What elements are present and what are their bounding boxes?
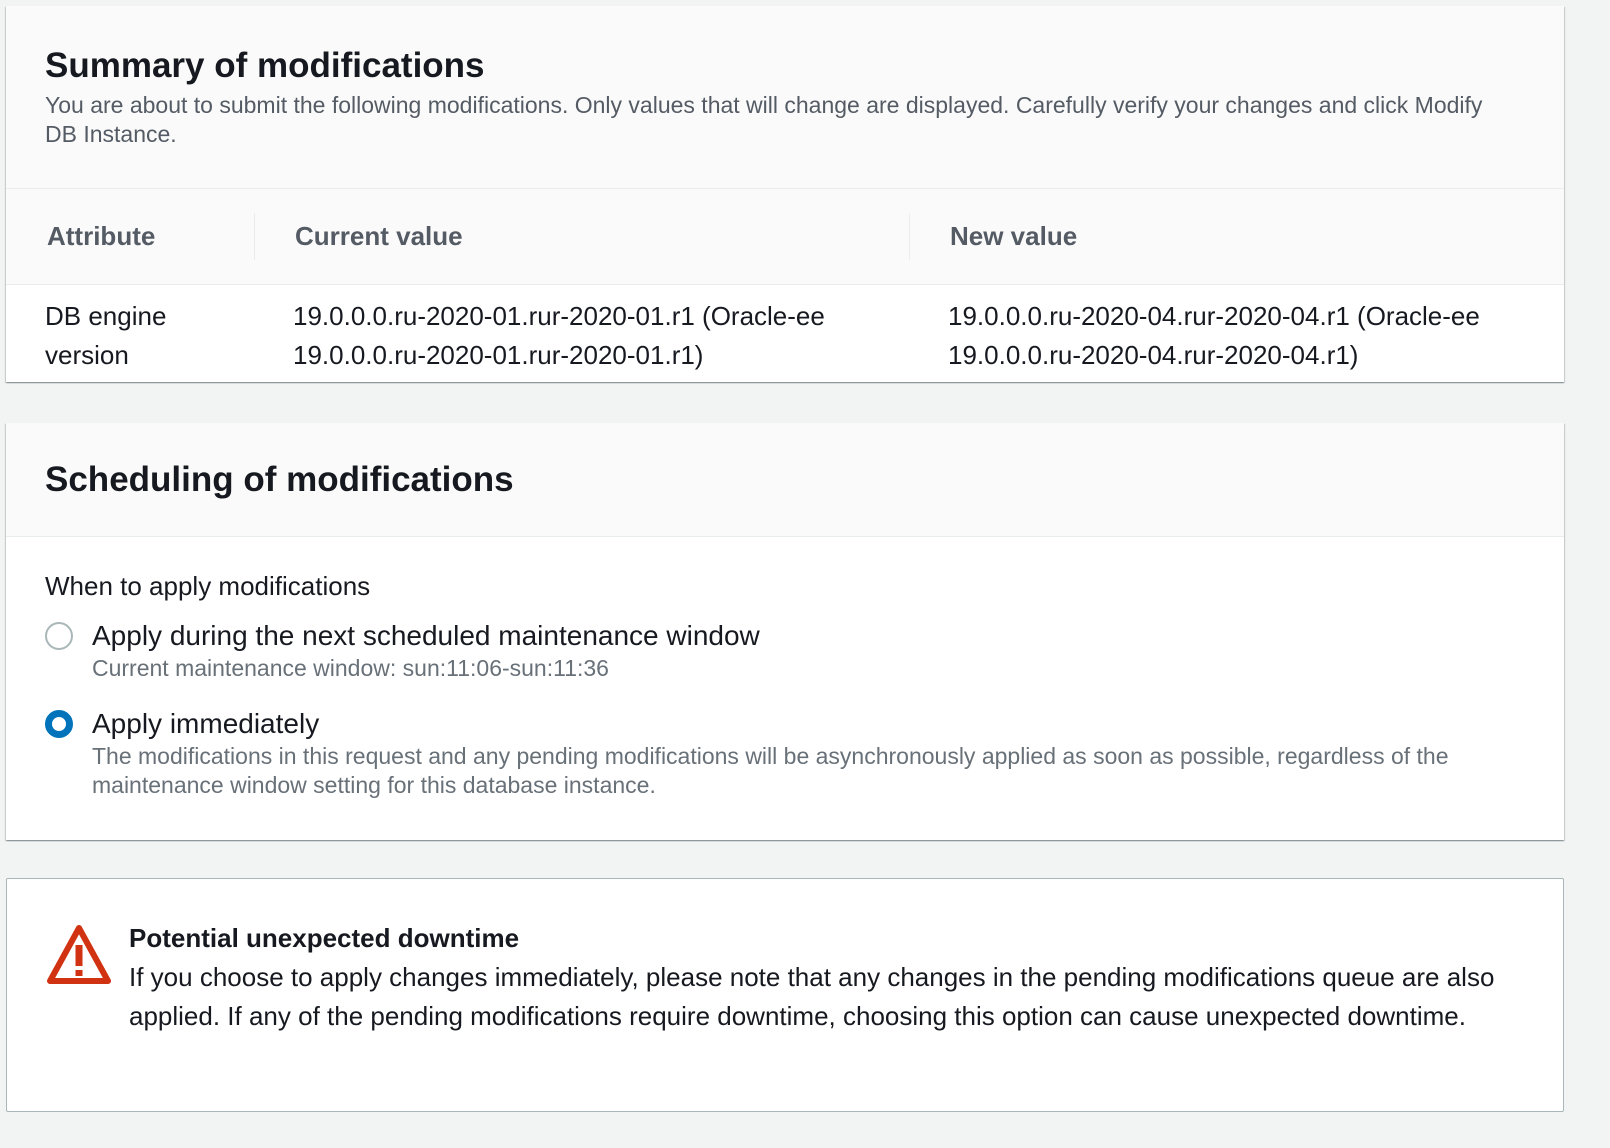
cell-attribute: DB engine version [45,301,167,370]
scheduling-header: Scheduling of modifications [6,423,1564,537]
column-divider [909,213,910,260]
summary-header: Summary of modifications You are about t… [6,6,1564,189]
scheduling-title: Scheduling of modifications [45,460,514,499]
warning-text: If you choose to apply changes immediate… [129,962,1495,1031]
column-header-attribute: Attribute [47,221,156,251]
summary-title: Summary of modifications [45,46,485,85]
when-to-apply-label: When to apply modifications [45,571,371,601]
radio-apply-immediately[interactable] [45,710,73,738]
column-header-new-value: New value [950,221,1078,251]
radio-description-apply-immediately: The modifications in this request and an… [92,743,1449,798]
summary-panel: Summary of modifications You are about t… [6,6,1564,382]
scheduling-panel: Scheduling of modifications When to appl… [6,423,1564,840]
radio-maintenance-window[interactable] [45,622,73,650]
column-divider [254,213,255,260]
radio-label-maintenance-window[interactable]: Apply during the next scheduled maintena… [92,618,760,654]
cell-current-value: 19.0.0.0.ru-2020-01.rur-2020-01.r1 (Orac… [293,301,825,370]
warning-alert: Potential unexpected downtime If you cho… [6,878,1564,1112]
warning-triangle-icon [46,924,112,986]
table-header: Attribute Current value New value [6,189,1564,285]
radio-label-apply-immediately[interactable]: Apply immediately [92,706,319,742]
radio-description-maintenance-window: Current maintenance window: sun:11:06-su… [92,655,609,681]
cell-new-value: 19.0.0.0.ru-2020-04.rur-2020-04.r1 (Orac… [948,301,1480,370]
warning-title: Potential unexpected downtime [129,923,520,953]
summary-description: You are about to submit the following mo… [45,92,1483,147]
table-row: DB engine version 19.0.0.0.ru-2020-01.ru… [6,285,1564,382]
column-header-current-value: Current value [295,221,463,251]
